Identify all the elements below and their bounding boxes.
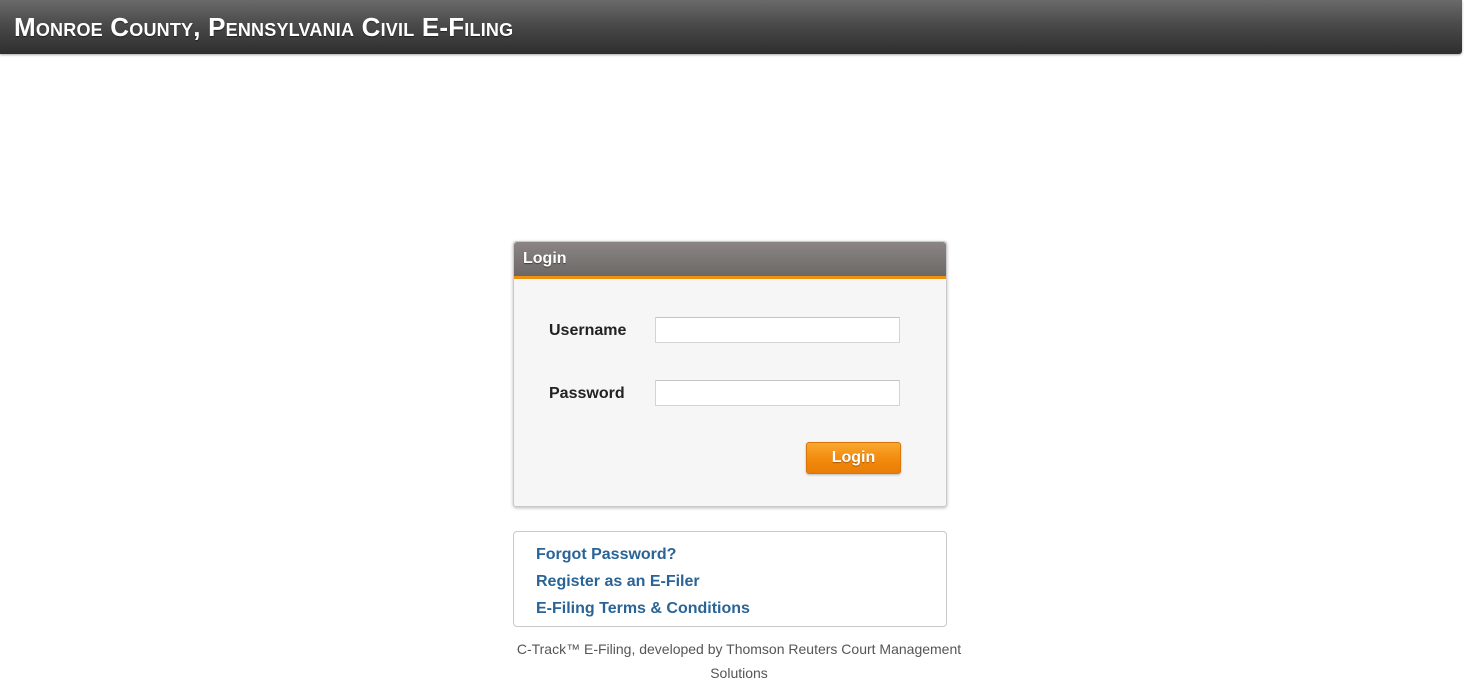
username-input[interactable]: [655, 317, 900, 343]
register-efiler-link[interactable]: Register as an E-Filer: [536, 573, 700, 591]
password-input[interactable]: [655, 380, 900, 406]
password-label: Password: [549, 385, 625, 402]
login-panel: Login Username Password Login: [513, 241, 947, 507]
forgot-password-link[interactable]: Forgot Password?: [536, 546, 676, 564]
username-label: Username: [549, 322, 627, 339]
links-panel: Forgot Password? Register as an E-Filer …: [513, 531, 947, 627]
login-panel-title: Login: [523, 250, 567, 267]
login-button[interactable]: Login: [806, 442, 901, 474]
page-title: Monroe County, Pennsylvania Civil E-Fili…: [14, 12, 514, 42]
terms-conditions-link[interactable]: E-Filing Terms & Conditions: [536, 600, 750, 618]
footer-credit: C-Track™ E-Filing, developed by Thomson …: [516, 641, 962, 681]
header-bar: Monroe County, Pennsylvania Civil E-Fili…: [0, 0, 1462, 54]
login-panel-header: Login: [514, 242, 946, 279]
